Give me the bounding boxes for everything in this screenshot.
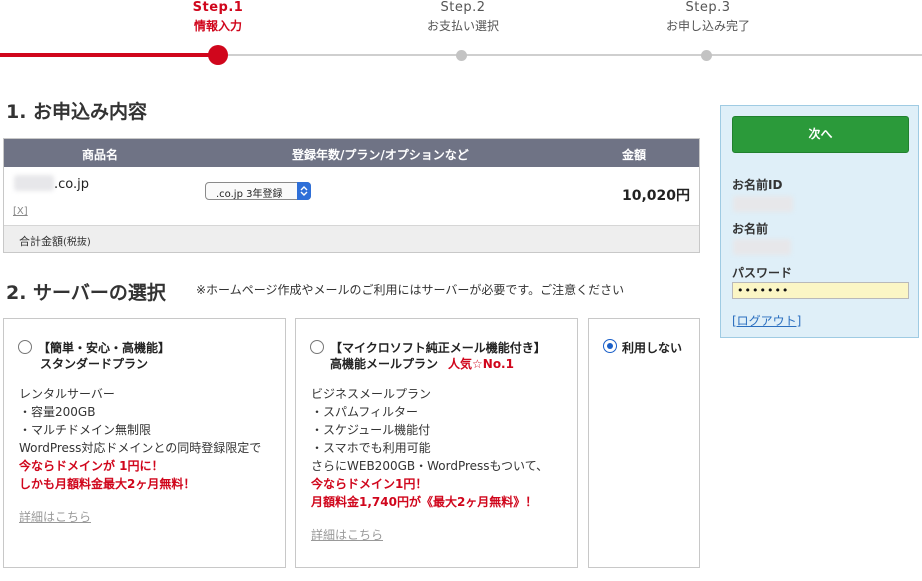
radio-mail[interactable] [310, 340, 324, 354]
plan-name: 高機能メールプラン [330, 357, 439, 371]
step-label: 情報入力 [193, 19, 242, 33]
table-header: 商品名 登録年数/プラン/オプションなど 金額 [4, 139, 699, 167]
feature-item: レンタルサーバー [19, 387, 115, 401]
feature-item: ・スケジュール機能付 [311, 423, 431, 437]
card-title: 【簡単・安心・高機能】 スタンダードプラン [38, 340, 170, 372]
feature-item: ・マルチドメイン無制限 [19, 423, 152, 437]
step-3-dot [701, 50, 712, 61]
server-card-standard[interactable]: 【簡単・安心・高機能】 スタンダードプラン レンタルサーバー ・容量200GB … [3, 318, 286, 568]
radio-standard[interactable] [18, 340, 32, 354]
step-number: Step.2 [440, 0, 486, 15]
redacted-account-name [733, 239, 791, 255]
feature-item: ビジネスメールプラン [311, 387, 432, 401]
promo-text: しかも月額料金最大2ヶ月無料！ [19, 477, 196, 491]
promo-text: 今ならドメインが 1円に！ [19, 459, 164, 473]
details-link[interactable]: 詳細はこちら [311, 526, 383, 543]
promo-text: 今ならドメイン1円！ [311, 477, 428, 491]
account-side-panel: 次へ お名前ID お名前 パスワード ••••••• [ログアウト] [720, 105, 919, 338]
card-title-line1: 【簡単・安心・高機能】 [38, 341, 171, 355]
step-1: Step.1 情報入力 [138, 0, 298, 35]
redacted-domain-name [14, 175, 54, 191]
step-number: Step.1 [192, 0, 244, 15]
feature-item: ・容量200GB [19, 405, 96, 419]
feature-item: さらにWEB200GB・WordPressもついて、 [311, 459, 549, 473]
step-1-dot [208, 45, 228, 65]
step-3: Step.3 お申し込み完了 [628, 0, 788, 35]
redacted-account-id [733, 196, 793, 212]
plan-name: スタンダードプラン [40, 357, 149, 371]
next-button[interactable]: 次へ [732, 116, 909, 153]
table-row: .co.jp [X] .co.jp 3年登録 10,020円 [4, 167, 699, 225]
section-title-order: 1. お申込み内容 [6, 101, 148, 123]
feature-item: ・スパムフィルター [311, 405, 419, 419]
total-label-text: 合計金額 [19, 235, 63, 248]
radio-none[interactable] [603, 339, 617, 353]
logout-link[interactable]: [ログアウト] [732, 312, 801, 329]
step-progress [0, 53, 218, 57]
feature-list: レンタルサーバー ・容量200GB ・マルチドメイン無制限 WordPress対… [19, 385, 261, 493]
total-row: 合計金額(税抜) [4, 225, 699, 252]
plan-select[interactable]: .co.jp 3年登録 [205, 182, 311, 200]
account-name-label: お名前 [732, 222, 769, 236]
card-title-line1: 【マイクロソフト純正メール機能付き】 [330, 341, 546, 355]
header-product: 商品名 [82, 148, 119, 162]
server-card-mail[interactable]: 【マイクロソフト純正メール機能付き】 高機能メールプラン 人気☆No.1 ビジネス… [295, 318, 578, 568]
plan-select-value: .co.jp 3年登録 [216, 189, 283, 200]
total-label: 合計金額(税抜) [19, 233, 91, 249]
step-indicator: Step.1 情報入力 Step.2 お支払い選択 Step.3 お申し込み完了 [0, 0, 922, 70]
account-id-label: お名前ID [732, 178, 783, 192]
card-title-line2: 高機能メールプラン 人気☆No.1 [330, 356, 546, 372]
step-2-dot [456, 50, 467, 61]
feature-list: ビジネスメールプラン ・スパムフィルター ・スケジュール機能付 ・スマホでも利用… [311, 385, 548, 511]
domain-name: .co.jp [54, 177, 90, 192]
card-title-line2: スタンダードプラン [38, 356, 170, 372]
feature-item: WordPress対応ドメインとの同時登録限定で [19, 441, 262, 455]
section-title-server: 2. サーバーの選択 [6, 282, 166, 304]
promo-text: 月額料金1,740円が《最大2ヶ月無料》！ [311, 495, 538, 509]
tax-note: (税抜) [63, 237, 91, 248]
server-card-none[interactable]: 利用しない [588, 318, 700, 568]
popular-badge: 人気☆No.1 [448, 357, 514, 371]
no-server-label: 利用しない [622, 341, 683, 355]
remove-item-link[interactable]: [X] [13, 206, 28, 217]
step-label: お支払い選択 [426, 19, 499, 33]
select-arrows-icon [297, 182, 311, 200]
header-plan: 登録年数/プラン/オプションなど [292, 148, 469, 162]
card-title: 【マイクロソフト純正メール機能付き】 高機能メールプラン 人気☆No.1 [330, 340, 546, 372]
header-price: 金額 [622, 148, 647, 162]
details-link[interactable]: 詳細はこちら [19, 508, 91, 525]
item-price: 10,020円 [621, 188, 690, 204]
password-field[interactable]: ••••••• [732, 282, 909, 299]
step-number: Step.3 [685, 0, 731, 15]
order-table: 商品名 登録年数/プラン/オプションなど 金額 .co.jp [X] .co.j… [3, 138, 700, 253]
feature-item: ・スマホでも利用可能 [311, 441, 431, 455]
step-2: Step.2 お支払い選択 [383, 0, 543, 35]
password-label: パスワード [732, 266, 793, 280]
server-note: ※ホームページ作成やメールのご利用にはサーバーが必要です。ご注意ください [196, 283, 625, 297]
step-label: お申し込み完了 [665, 19, 750, 33]
